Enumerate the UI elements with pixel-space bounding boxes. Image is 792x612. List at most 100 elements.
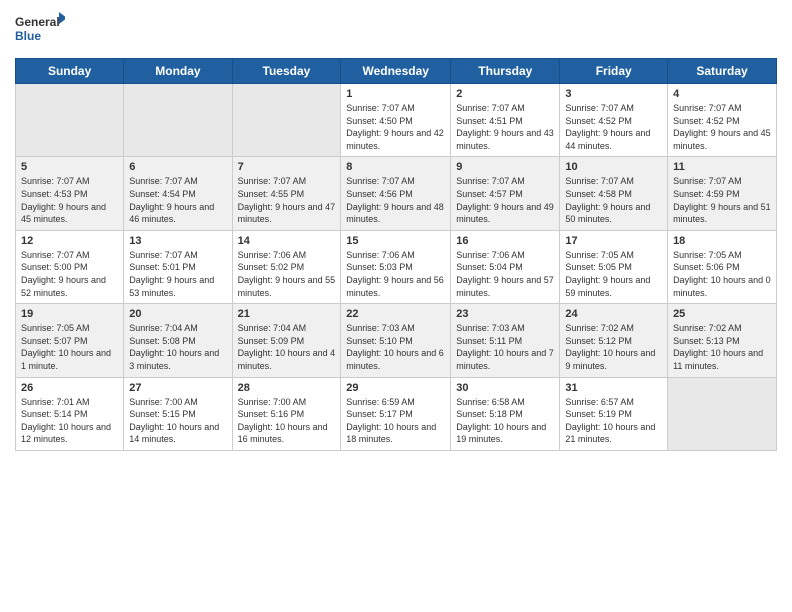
day-number: 31 [565,382,662,394]
day-number: 27 [129,382,226,394]
day-info: Sunrise: 7:02 AM Sunset: 5:13 PM Dayligh… [673,322,771,372]
calendar-cell: 28 Sunrise: 7:00 AM Sunset: 5:16 PM Dayli… [232,377,341,450]
day-info: Sunrise: 7:07 AM Sunset: 4:50 PM Dayligh… [346,102,445,152]
day-number: 5 [21,161,118,173]
day-number: 19 [21,308,118,320]
day-number: 20 [129,308,226,320]
calendar-cell: 25Sunrise: 7:02 AM Sunset: 5:13 PM Dayli… [668,304,777,377]
calendar-cell: 13Sunrise: 7:07 AM Sunset: 5:01 PM Dayli… [124,230,232,303]
calendar-cell: 21 Sunrise: 7:04 AM Sunset: 5:09 PM Dayli… [232,304,341,377]
week-row-5: 26Sunrise: 7:01 AM Sunset: 5:14 PM Dayli… [16,377,777,450]
calendar-cell: 15 Sunrise: 7:06 AM Sunset: 5:03 PM Dayli… [341,230,451,303]
calendar-cell [668,377,777,450]
calendar-cell: 30 Sunrise: 6:58 AM Sunset: 5:18 PM Dayli… [451,377,560,450]
weekday-header-thursday: Thursday [451,59,560,84]
header: General Blue [15,10,777,50]
day-info: Sunrise: 7:07 AM Sunset: 4:58 PM Dayligh… [565,175,662,225]
day-info: Sunrise: 7:07 AM Sunset: 4:52 PM Dayligh… [673,102,771,152]
day-info: Sunrise: 7:05 AM Sunset: 5:06 PM Dayligh… [673,249,771,299]
calendar-cell: 31 Sunrise: 6:57 AM Sunset: 5:19 PM Dayli… [560,377,668,450]
logo: General Blue [15,10,65,50]
day-number: 12 [21,235,118,247]
calendar-cell: 12 Sunrise: 7:07 AM Sunset: 5:00 PM Dayli… [16,230,124,303]
day-info: Sunrise: 7:00 AM Sunset: 5:15 PM Dayligh… [129,396,226,446]
calendar-cell: 6Sunrise: 7:07 AM Sunset: 4:54 PM Daylig… [124,157,232,230]
day-number: 9 [456,161,554,173]
day-info: Sunrise: 7:07 AM Sunset: 4:54 PM Dayligh… [129,175,226,225]
calendar-cell: 1 Sunrise: 7:07 AM Sunset: 4:50 PM Daylig… [341,84,451,157]
calendar-cell [232,84,341,157]
week-row-4: 19 Sunrise: 7:05 AM Sunset: 5:07 PM Dayli… [16,304,777,377]
weekday-header-row: SundayMondayTuesdayWednesdayThursdayFrid… [16,59,777,84]
day-number: 22 [346,308,445,320]
weekday-header-friday: Friday [560,59,668,84]
day-number: 16 [456,235,554,247]
day-number: 11 [673,161,771,173]
calendar-cell [124,84,232,157]
weekday-header-sunday: Sunday [16,59,124,84]
day-number: 15 [346,235,445,247]
day-info: Sunrise: 7:02 AM Sunset: 5:12 PM Dayligh… [565,322,662,372]
day-info: Sunrise: 7:07 AM Sunset: 4:53 PM Dayligh… [21,175,118,225]
day-info: Sunrise: 7:07 AM Sunset: 4:56 PM Dayligh… [346,175,445,225]
day-info: Sunrise: 7:03 AM Sunset: 5:10 PM Dayligh… [346,322,445,372]
calendar-cell: 9 Sunrise: 7:07 AM Sunset: 4:57 PM Daylig… [451,157,560,230]
calendar-cell: 11 Sunrise: 7:07 AM Sunset: 4:59 PM Dayli… [668,157,777,230]
calendar-cell: 2Sunrise: 7:07 AM Sunset: 4:51 PM Daylig… [451,84,560,157]
calendar-cell [16,84,124,157]
calendar-cell: 4 Sunrise: 7:07 AM Sunset: 4:52 PM Daylig… [668,84,777,157]
calendar-cell: 24 Sunrise: 7:02 AM Sunset: 5:12 PM Dayli… [560,304,668,377]
day-info: Sunrise: 7:05 AM Sunset: 5:05 PM Dayligh… [565,249,662,299]
day-number: 3 [565,88,662,100]
day-info: Sunrise: 7:07 AM Sunset: 4:52 PM Dayligh… [565,102,662,152]
day-info: Sunrise: 7:07 AM Sunset: 4:57 PM Dayligh… [456,175,554,225]
day-number: 18 [673,235,771,247]
weekday-header-saturday: Saturday [668,59,777,84]
svg-text:General: General [15,15,60,29]
day-info: Sunrise: 6:59 AM Sunset: 5:17 PM Dayligh… [346,396,445,446]
calendar-cell: 8Sunrise: 7:07 AM Sunset: 4:56 PM Daylig… [341,157,451,230]
calendar-cell: 23 Sunrise: 7:03 AM Sunset: 5:11 PM Dayli… [451,304,560,377]
day-number: 30 [456,382,554,394]
day-info: Sunrise: 7:07 AM Sunset: 5:00 PM Dayligh… [21,249,118,299]
day-info: Sunrise: 7:06 AM Sunset: 5:04 PM Dayligh… [456,249,554,299]
calendar-cell: 14Sunrise: 7:06 AM Sunset: 5:02 PM Dayli… [232,230,341,303]
day-info: Sunrise: 7:04 AM Sunset: 5:08 PM Dayligh… [129,322,226,372]
week-row-1: 1 Sunrise: 7:07 AM Sunset: 4:50 PM Daylig… [16,84,777,157]
day-number: 28 [238,382,336,394]
day-info: Sunrise: 7:05 AM Sunset: 5:07 PM Dayligh… [21,322,118,372]
calendar-cell: 5 Sunrise: 7:07 AM Sunset: 4:53 PM Daylig… [16,157,124,230]
day-number: 21 [238,308,336,320]
day-info: Sunrise: 7:07 AM Sunset: 5:01 PM Dayligh… [129,249,226,299]
calendar-cell: 18 Sunrise: 7:05 AM Sunset: 5:06 PM Dayli… [668,230,777,303]
day-info: Sunrise: 7:01 AM Sunset: 5:14 PM Dayligh… [21,396,118,446]
calendar-cell: 17 Sunrise: 7:05 AM Sunset: 5:05 PM Dayli… [560,230,668,303]
day-info: Sunrise: 7:00 AM Sunset: 5:16 PM Dayligh… [238,396,336,446]
calendar-cell: 29Sunrise: 6:59 AM Sunset: 5:17 PM Dayli… [341,377,451,450]
calendar-cell: 26Sunrise: 7:01 AM Sunset: 5:14 PM Dayli… [16,377,124,450]
day-number: 17 [565,235,662,247]
week-row-3: 12 Sunrise: 7:07 AM Sunset: 5:00 PM Dayli… [16,230,777,303]
calendar-cell: 27 Sunrise: 7:00 AM Sunset: 5:15 PM Dayli… [124,377,232,450]
day-number: 2 [456,88,554,100]
calendar-cell: 19 Sunrise: 7:05 AM Sunset: 5:07 PM Dayli… [16,304,124,377]
calendar-table: SundayMondayTuesdayWednesdayThursdayFrid… [15,58,777,451]
day-info: Sunrise: 7:03 AM Sunset: 5:11 PM Dayligh… [456,322,554,372]
calendar-cell: 3 Sunrise: 7:07 AM Sunset: 4:52 PM Daylig… [560,84,668,157]
day-number: 4 [673,88,771,100]
day-number: 1 [346,88,445,100]
day-info: Sunrise: 6:57 AM Sunset: 5:19 PM Dayligh… [565,396,662,446]
svg-text:Blue: Blue [15,29,41,43]
day-info: Sunrise: 7:06 AM Sunset: 5:03 PM Dayligh… [346,249,445,299]
weekday-header-tuesday: Tuesday [232,59,341,84]
weekday-header-wednesday: Wednesday [341,59,451,84]
day-number: 23 [456,308,554,320]
day-info: Sunrise: 7:04 AM Sunset: 5:09 PM Dayligh… [238,322,336,372]
day-info: Sunrise: 7:07 AM Sunset: 4:59 PM Dayligh… [673,175,771,225]
day-number: 10 [565,161,662,173]
day-number: 14 [238,235,336,247]
logo-svg: General Blue [15,10,65,50]
day-info: Sunrise: 6:58 AM Sunset: 5:18 PM Dayligh… [456,396,554,446]
day-number: 24 [565,308,662,320]
weekday-header-monday: Monday [124,59,232,84]
